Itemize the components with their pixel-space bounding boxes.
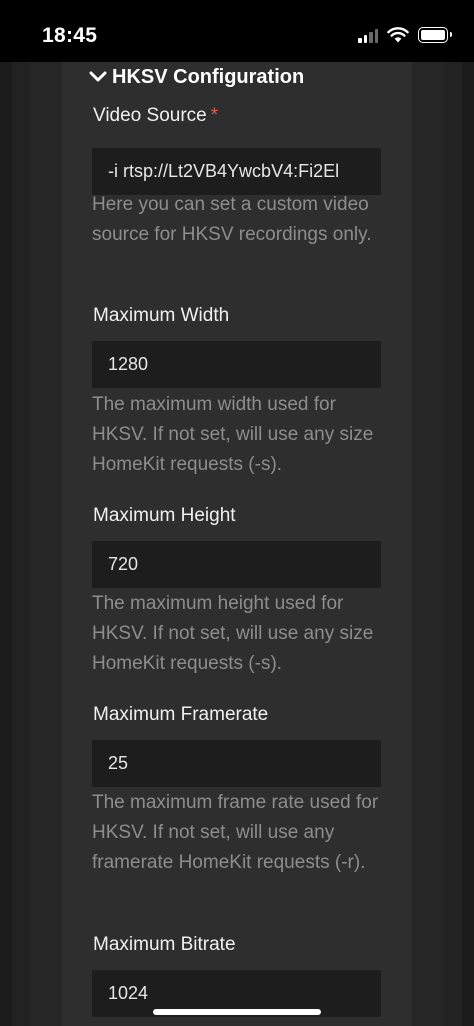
battery-icon [418,27,452,43]
required-marker: * [210,105,219,126]
max-framerate-input[interactable] [92,740,381,787]
max-height-input[interactable] [92,541,381,588]
cellular-signal-icon [358,27,378,43]
chevron-down-icon [89,71,107,82]
section-title: HKSV Configuration [112,65,305,88]
wifi-icon [387,27,409,43]
max-height-label: Maximum Height [93,505,236,526]
hksv-section-toggle[interactable]: HKSV Configuration [88,64,304,90]
max-bitrate-label: Maximum Bitrate [93,934,236,955]
home-indicator [153,1009,321,1015]
video-source-input[interactable]: -i rtsp://Lt2VB4YwcbV4:Fi2El [92,148,381,195]
max-height-help: The maximum height used for HKSV. If not… [92,593,374,674]
status-bar: 18:45 [0,0,474,62]
screen: 18:45 HKSV Configuration Video Source* [0,0,474,1026]
status-icons [358,27,452,43]
max-width-input[interactable] [92,341,381,388]
max-width-label: Maximum Width [93,305,230,326]
status-time: 18:45 [42,24,98,47]
video-source-help: Here you can set a custom video source f… [92,194,372,245]
max-framerate-label: Maximum Framerate [93,704,269,725]
max-width-help: The maximum width used for HKSV. If not … [92,394,374,475]
video-source-label: Video Source * [93,105,219,126]
max-framerate-help: The maximum frame rate used for HKSV. If… [92,792,379,873]
